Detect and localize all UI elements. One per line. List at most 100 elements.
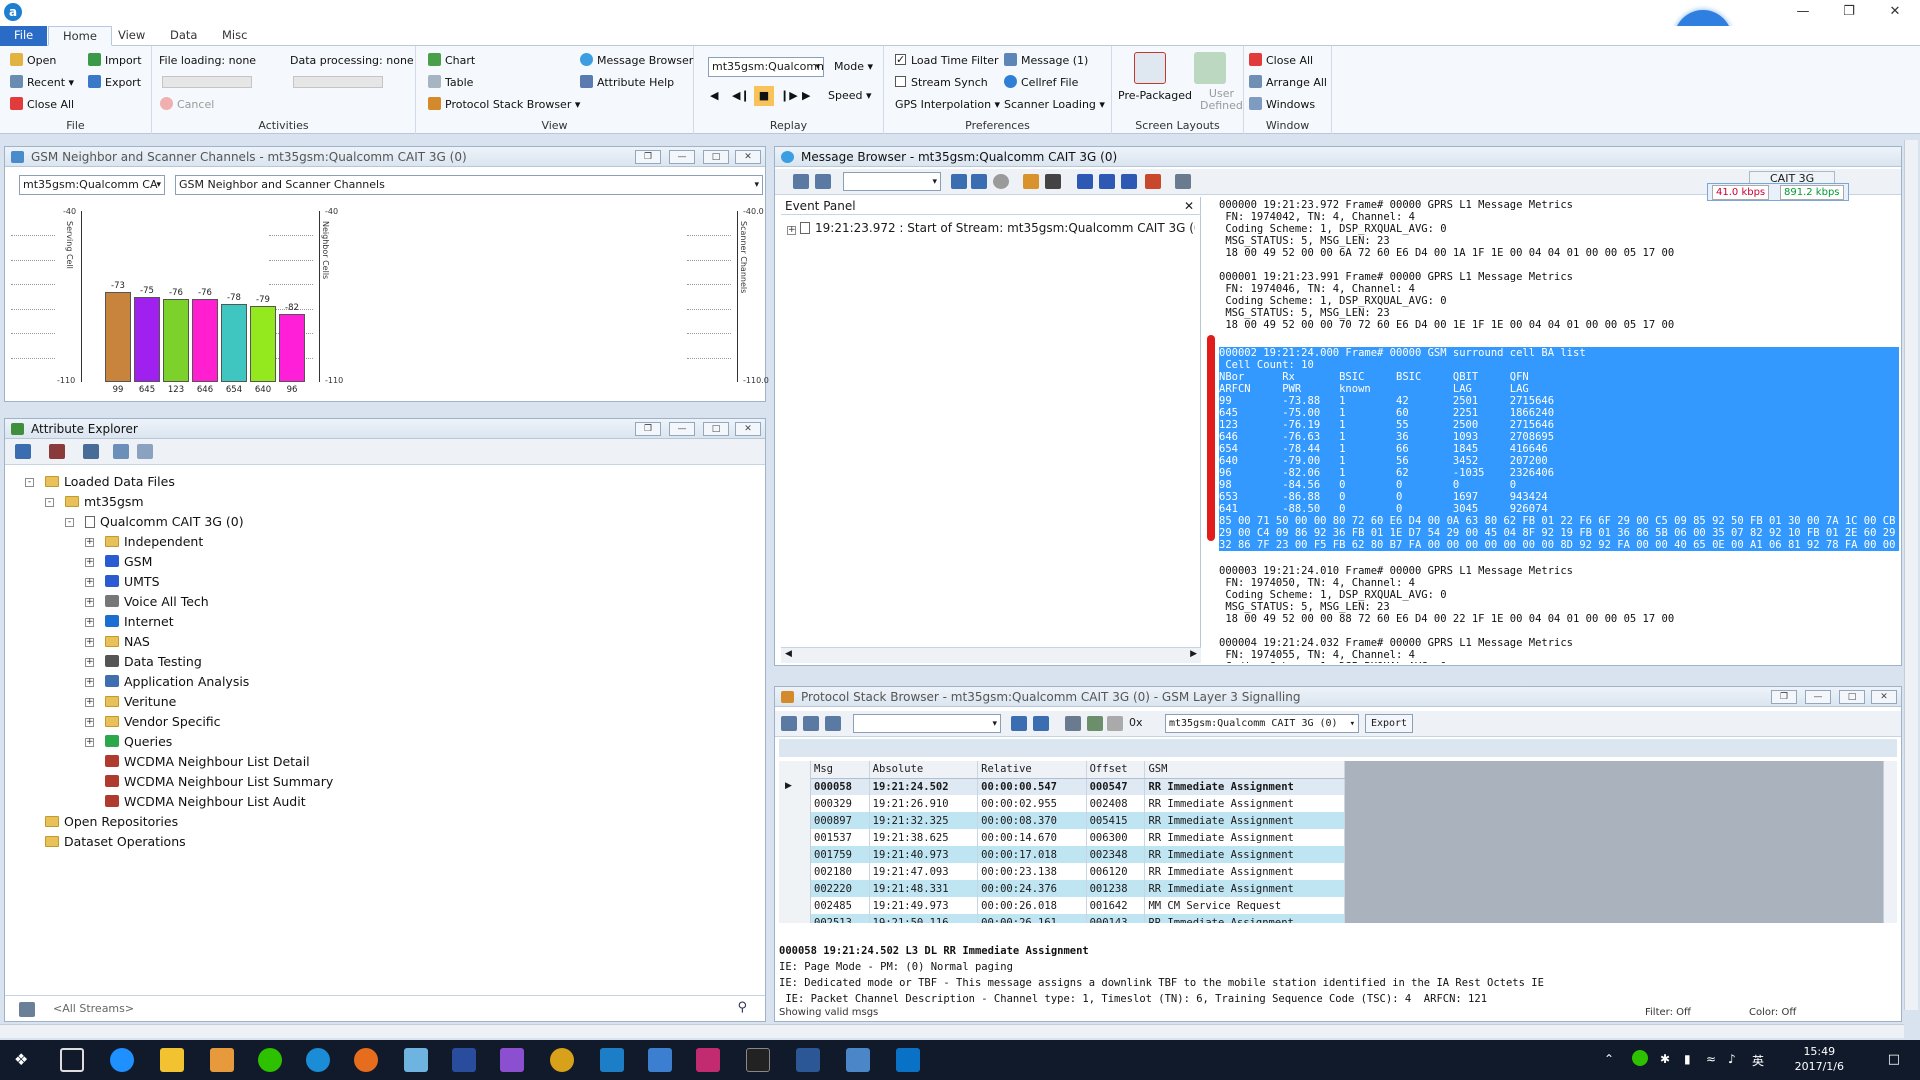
list-view-icon[interactable] bbox=[825, 716, 841, 731]
expand-toggle-icon[interactable]: + bbox=[85, 538, 94, 547]
expand-toggle-icon[interactable]: + bbox=[85, 598, 94, 607]
close-window-button[interactable]: ✕ bbox=[1878, 2, 1912, 22]
chart-button[interactable]: Chart bbox=[428, 53, 475, 69]
expand-toggle-icon[interactable]: + bbox=[85, 618, 94, 627]
protocol-stack-browser-button[interactable]: Protocol Stack Browser ▾ bbox=[428, 97, 580, 113]
close-all-file-button[interactable]: Close All bbox=[10, 97, 74, 113]
open-button[interactable]: Open bbox=[10, 53, 56, 69]
word-icon[interactable] bbox=[796, 1048, 820, 1072]
tab-view[interactable]: View bbox=[104, 26, 159, 46]
table-row[interactable]: 000329 19:21:26.910 00:00:02.955 002408 RR I… bbox=[811, 795, 1345, 812]
active-app-icon[interactable] bbox=[846, 1048, 870, 1072]
ime-indicator[interactable]: 英 bbox=[1752, 1052, 1764, 1069]
close-panel-icon[interactable]: ✕ bbox=[1871, 690, 1897, 704]
expand-toggle-icon[interactable]: - bbox=[65, 518, 74, 527]
tree-item[interactable]: WCDMA Neighbour List Audit bbox=[105, 793, 306, 811]
expand-toggle-icon[interactable]: + bbox=[85, 578, 94, 587]
psb-search-combo[interactable]: ▾ bbox=[853, 714, 1001, 733]
message-line[interactable]: 18 00 49 52 00 00 88 72 60 E6 D4 00 22 1… bbox=[1219, 613, 1674, 625]
cancel-button[interactable]: Cancel bbox=[160, 97, 214, 113]
expand-toggle-icon[interactable]: + bbox=[85, 658, 94, 667]
column-header[interactable]: GSM bbox=[1144, 761, 1345, 779]
tray-wechat-icon[interactable] bbox=[1632, 1050, 1648, 1066]
tree-item[interactable]: Voice All Tech bbox=[105, 593, 209, 611]
table-row[interactable]: 002220 19:21:48.331 00:00:24.376 001238 RR I… bbox=[811, 880, 1345, 897]
expand-toggle-icon[interactable]: + bbox=[85, 698, 94, 707]
visual-studio-icon[interactable] bbox=[500, 1048, 524, 1072]
edit-icon[interactable] bbox=[1023, 174, 1039, 189]
message-line[interactable]: MSG_STATUS: 5, MSG_LEN: 23 bbox=[1219, 235, 1389, 247]
column-header[interactable]: Absolute bbox=[869, 761, 979, 779]
message-line[interactable]: Coding Scheme: 1, DSP_RXQUAL_AVG: 0 bbox=[1219, 223, 1446, 235]
detail-view-icon[interactable] bbox=[781, 716, 797, 731]
minimize-panel-icon[interactable]: — bbox=[669, 422, 695, 436]
table-row[interactable]: 001537 19:21:38.625 00:00:14.670 006300 RR I… bbox=[811, 829, 1345, 846]
play-button[interactable]: ▶ bbox=[802, 88, 816, 104]
grid-view-icon[interactable] bbox=[803, 716, 819, 731]
table-row[interactable]: 000897 19:21:32.325 00:00:08.370 005415 RR I… bbox=[811, 812, 1345, 829]
tray-up-icon[interactable]: ⌃ bbox=[1604, 1052, 1614, 1066]
hex-toggle-icon[interactable]: 0x bbox=[1129, 716, 1143, 729]
expand-toggle-icon[interactable]: + bbox=[85, 678, 94, 687]
settings-icon[interactable] bbox=[1175, 174, 1191, 189]
split-view-icon[interactable] bbox=[793, 174, 809, 189]
tab-misc[interactable]: Misc bbox=[208, 26, 261, 46]
message-line[interactable]: NBor Rx BSIC BSIC QBIT QFN bbox=[1219, 371, 1899, 383]
recent-button[interactable]: Recent ▾ bbox=[10, 75, 74, 91]
stream-synch-checkbox[interactable]: Stream Synch bbox=[895, 75, 988, 91]
tree-item[interactable]: Application Analysis bbox=[105, 673, 249, 691]
gps-interpolation-button[interactable]: GPS Interpolation ▾ bbox=[895, 97, 1000, 113]
message-line[interactable]: 18 00 49 52 00 00 70 72 60 E6 D4 00 1E 1… bbox=[1219, 319, 1674, 331]
message-line[interactable]: MSG_STATUS: 5, MSG_LEN: 23 bbox=[1219, 307, 1389, 319]
search-icon[interactable]: ⚲ bbox=[737, 1000, 747, 1015]
replay-stream-select[interactable]: mt35gsm:Qualcomm ▾ bbox=[708, 57, 824, 77]
import-button[interactable]: Import bbox=[88, 53, 142, 69]
stop-button[interactable]: ■ bbox=[754, 86, 774, 106]
message-line[interactable]: 000004 19:21:24.032 Frame# 00000 GPRS L1… bbox=[1219, 637, 1573, 649]
mode-button[interactable]: Mode ▾ bbox=[834, 59, 873, 75]
copy-icon[interactable] bbox=[137, 444, 153, 459]
jetbrains-icon[interactable] bbox=[696, 1048, 720, 1072]
tree-item[interactable]: Data Testing bbox=[105, 653, 202, 671]
layout-icon[interactable] bbox=[815, 174, 831, 189]
tree-item[interactable]: Dataset Operations bbox=[45, 833, 186, 851]
scroll-right-icon[interactable]: ▶ bbox=[1190, 649, 1197, 659]
volume-icon[interactable]: ♪ bbox=[1728, 1052, 1736, 1066]
column-header[interactable]: Offset bbox=[1086, 761, 1146, 779]
down-arrow-icon[interactable] bbox=[83, 444, 99, 459]
cellref-file-button[interactable]: Cellref File bbox=[1004, 75, 1078, 91]
expand-toggle-icon[interactable]: - bbox=[25, 478, 34, 487]
store-icon[interactable] bbox=[600, 1048, 624, 1072]
restore-icon[interactable]: ❐ bbox=[635, 422, 661, 436]
tree-item[interactable]: Vendor Specific bbox=[105, 713, 221, 731]
tab-file[interactable]: File bbox=[0, 26, 48, 46]
message-line[interactable]: FN: 1974042, TN: 4, Channel: 4 bbox=[1219, 211, 1415, 223]
gsm-view-select[interactable]: GSM Neighbor and Scanner Channels ▾ bbox=[175, 175, 763, 195]
close-all-windows-button[interactable]: Close All bbox=[1249, 53, 1313, 69]
outlook-icon[interactable] bbox=[896, 1048, 920, 1072]
filter-icon[interactable] bbox=[15, 444, 31, 459]
terminal-icon[interactable] bbox=[746, 1048, 770, 1072]
play-back-button[interactable]: ◀ bbox=[710, 88, 724, 104]
prev-flag-icon[interactable] bbox=[1099, 174, 1115, 189]
app-logo-icon[interactable]: a bbox=[4, 3, 22, 21]
event-row[interactable]: +19:21:23.972 : Start of Stream: mt35gsm… bbox=[787, 221, 1195, 235]
tree-item[interactable]: WCDMA Neighbour List Detail bbox=[105, 753, 310, 771]
load-time-filter-checkbox[interactable]: Load Time Filter bbox=[895, 52, 999, 69]
find-icon[interactable] bbox=[1011, 716, 1027, 731]
windows-button[interactable]: Windows bbox=[1249, 97, 1315, 113]
scanner-loading-button[interactable]: Scanner Loading ▾ bbox=[1004, 97, 1105, 113]
message-line[interactable]: 000001 19:21:23.991 Frame# 00000 GPRS L1… bbox=[1219, 271, 1573, 283]
layers-icon[interactable] bbox=[1065, 716, 1081, 731]
message-line[interactable]: 29 00 C4 09 86 92 36 FB 01 1E D7 54 29 0… bbox=[1219, 527, 1899, 539]
sort-icon[interactable] bbox=[49, 444, 65, 459]
expand-toggle-icon[interactable]: - bbox=[45, 498, 54, 507]
pre-packaged-layout-icon[interactable] bbox=[1134, 52, 1166, 84]
expand-icon[interactable] bbox=[113, 444, 129, 459]
uc-app-icon[interactable] bbox=[550, 1048, 574, 1072]
app-icon[interactable] bbox=[404, 1048, 428, 1072]
export-button[interactable]: Export bbox=[88, 75, 141, 91]
psb-stream-select[interactable]: mt35gsm:Qualcomm CAIT 3G (0) ▾ bbox=[1165, 714, 1359, 733]
battery-icon[interactable]: ▮ bbox=[1684, 1052, 1691, 1066]
expand-toggle-icon[interactable]: + bbox=[85, 638, 94, 647]
